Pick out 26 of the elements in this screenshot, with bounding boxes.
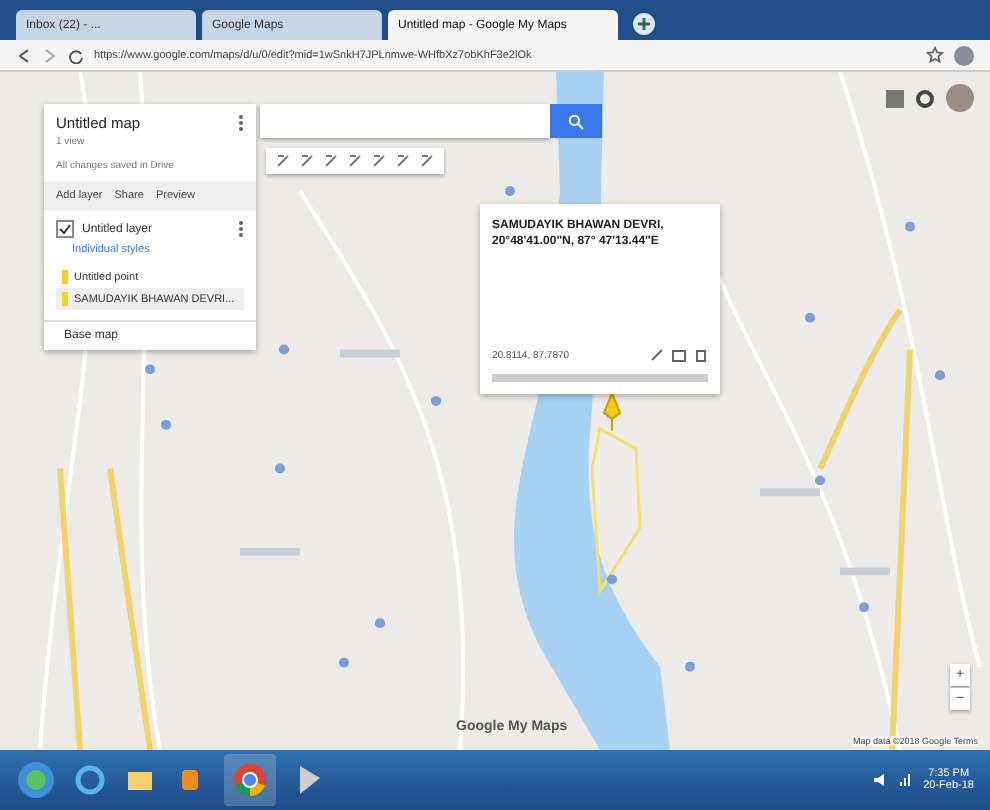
star-icon[interactable] xyxy=(926,46,944,64)
tool-icon[interactable] xyxy=(420,154,434,168)
tool-icon[interactable] xyxy=(372,154,386,168)
search-button[interactable] xyxy=(550,104,602,138)
layer-checkbox[interactable] xyxy=(56,220,74,238)
reload-icon[interactable] xyxy=(68,47,84,63)
avatar-icon[interactable] xyxy=(946,84,974,112)
avatar-icon[interactable] xyxy=(954,45,974,65)
chrome-icon[interactable] xyxy=(224,754,276,806)
browser-icon[interactable] xyxy=(74,764,106,796)
more-icon[interactable] xyxy=(238,220,244,238)
tool-icon[interactable] xyxy=(396,154,410,168)
tool-icon[interactable] xyxy=(300,154,314,168)
speaker-icon[interactable] xyxy=(871,772,888,788)
edit-icon[interactable] xyxy=(650,348,664,362)
search-icon xyxy=(568,113,584,129)
network-icon[interactable] xyxy=(897,772,914,788)
tool-icon[interactable] xyxy=(324,154,338,168)
tool-icon[interactable] xyxy=(348,154,362,168)
new-tab-icon[interactable] xyxy=(632,12,656,36)
search-field[interactable] xyxy=(260,104,550,138)
back-icon[interactable] xyxy=(16,47,32,63)
more-icon[interactable] xyxy=(238,114,244,132)
tool-icon[interactable] xyxy=(276,154,290,168)
settings-icon[interactable] xyxy=(916,89,934,107)
start-icon[interactable] xyxy=(16,760,56,800)
